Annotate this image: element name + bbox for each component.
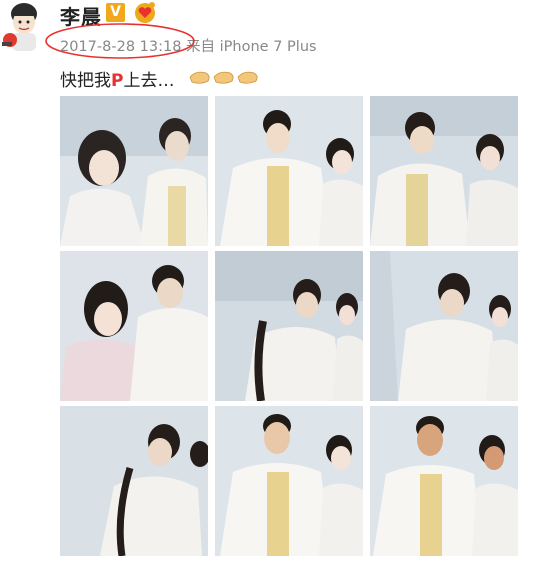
heart-badge-icon bbox=[135, 2, 155, 23]
photo-6[interactable] bbox=[370, 251, 518, 401]
post-text-after: 上去… bbox=[123, 71, 175, 91]
photo-7[interactable] bbox=[60, 406, 208, 556]
post-text-highlight: P bbox=[111, 71, 124, 91]
post-text: 快把我P上去… bbox=[60, 66, 174, 91]
photo-9[interactable] bbox=[370, 406, 518, 556]
clapping-hands-icon bbox=[189, 71, 258, 84]
photo-5[interactable] bbox=[215, 251, 363, 401]
photo-grid bbox=[60, 96, 522, 556]
photo-1[interactable] bbox=[60, 96, 208, 246]
avatar[interactable] bbox=[2, 0, 44, 56]
photo-2[interactable] bbox=[215, 96, 363, 246]
post-source: 来自 iPhone 7 Plus bbox=[186, 39, 317, 55]
photo-4[interactable] bbox=[60, 251, 208, 401]
photo-8[interactable] bbox=[215, 406, 363, 556]
verified-v-icon: V bbox=[106, 3, 125, 22]
red-circle-annotation bbox=[45, 23, 195, 59]
photo-3[interactable] bbox=[370, 96, 518, 246]
post-text-before: 快把我 bbox=[60, 71, 111, 91]
